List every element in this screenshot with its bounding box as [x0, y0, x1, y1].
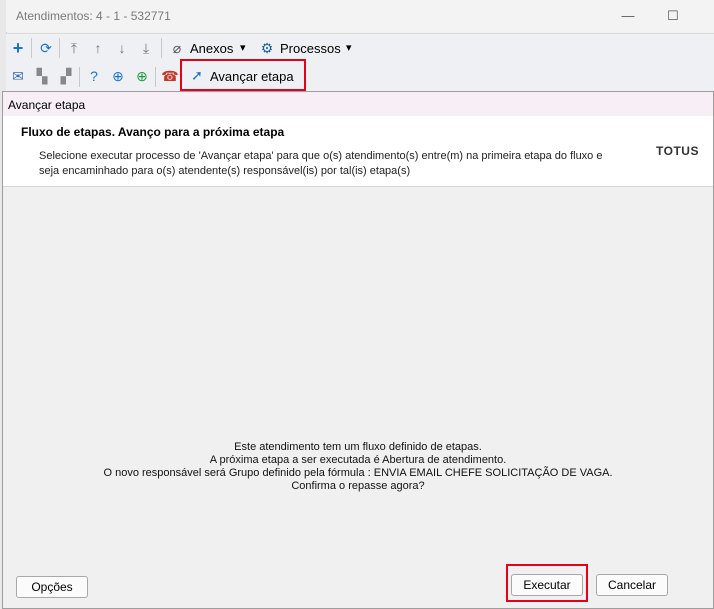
arrow-top-icon[interactable]: ⤒ — [65, 39, 83, 57]
avancar-etapa-dialog: Avançar etapa Fluxo de etapas. Avanço pa… — [2, 91, 714, 609]
user-icon[interactable]: ▚ — [33, 67, 51, 85]
add-user-icon[interactable]: ⊕ — [133, 67, 151, 85]
arrow-down-icon[interactable]: ↓ — [113, 39, 131, 57]
anexos-button[interactable]: Anexos — [190, 41, 233, 56]
message-line: Este atendimento tem um fluxo definido d… — [234, 441, 482, 453]
maximize-button[interactable]: ☐ — [660, 6, 686, 26]
dialog-caption-bar: Avançar etapa — [3, 92, 713, 116]
header-description: Selecione executar processo de 'Avançar … — [39, 150, 603, 177]
toolbar-separator — [31, 38, 32, 58]
chevron-down-icon[interactable]: ▾ — [240, 41, 246, 54]
message-line: O novo responsável será Grupo definido p… — [103, 467, 613, 479]
dialog-header: Fluxo de etapas. Avanço para a próxima e… — [3, 116, 713, 187]
plus-icon[interactable]: + — [9, 39, 27, 57]
refresh-icon[interactable]: ⟳ — [37, 39, 55, 57]
processos-button[interactable]: Processos — [280, 41, 341, 56]
toolbar-separator — [155, 67, 156, 87]
totus-logo: TOTUS — [656, 144, 699, 158]
message-line: A próxima etapa a ser executada é Abertu… — [209, 454, 507, 466]
message-line: Confirma o repasse agora? — [291, 480, 425, 492]
options-button[interactable]: Opções — [16, 576, 88, 598]
confirmation-message: Este atendimento tem um fluxo definido d… — [3, 441, 713, 493]
header-title: Fluxo de etapas. Avanço para a próxima e… — [21, 125, 285, 139]
chat-settings-icon[interactable]: ▞ — [57, 67, 75, 85]
minimize-button[interactable]: — — [615, 6, 641, 26]
arrow-up-icon[interactable]: ↑ — [89, 39, 107, 57]
phone-icon[interactable]: ☎ — [161, 67, 179, 85]
mail-icon[interactable]: ✉ — [9, 67, 27, 85]
help-icon[interactable]: ? — [85, 67, 103, 85]
avancar-etapa-button[interactable]: Avançar etapa — [210, 69, 294, 84]
toolbar-separator — [59, 38, 60, 58]
gear-icon: ⚙ — [260, 40, 274, 56]
cancel-button[interactable]: Cancelar — [596, 574, 668, 596]
search-users-icon[interactable]: ⊕ — [109, 67, 127, 85]
dialog-caption: Avançar etapa — [8, 98, 86, 112]
step-forward-icon[interactable]: ➚ — [188, 66, 206, 84]
toolbar-separator — [79, 67, 80, 87]
dialog-body: Este atendimento tem um fluxo definido d… — [3, 187, 713, 561]
window-title: Atendimentos: 4 - 1 - 532771 — [16, 9, 171, 23]
arrow-bottom-icon[interactable]: ⤓ — [137, 39, 155, 57]
toolbar-separator — [161, 38, 162, 58]
chevron-down-icon[interactable]: ▾ — [346, 41, 352, 54]
paperclip-icon: ⌀ — [172, 40, 182, 56]
execute-button[interactable]: Executar — [511, 574, 583, 596]
